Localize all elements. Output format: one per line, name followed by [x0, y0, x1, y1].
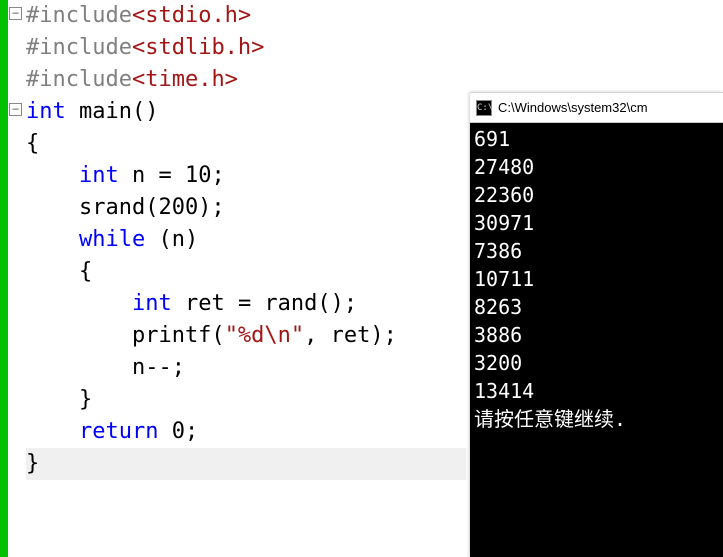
fold-toggle[interactable]: −: [9, 7, 22, 20]
code-line[interactable]: {: [26, 128, 466, 160]
code-line[interactable]: #include<time.h>: [26, 64, 466, 96]
code-area[interactable]: #include<stdio.h>#include<stdlib.h>#incl…: [26, 0, 466, 480]
code-line[interactable]: int main(): [26, 96, 466, 128]
code-line[interactable]: return 0;: [26, 416, 466, 448]
console-titlebar[interactable]: C:\ C:\Windows\system32\cm: [470, 93, 723, 123]
code-line[interactable]: while (n): [26, 224, 466, 256]
change-gutter: [0, 0, 8, 557]
code-line[interactable]: printf("%d\n", ret);: [26, 320, 466, 352]
console-window[interactable]: C:\ C:\Windows\system32\cm 691 27480 223…: [470, 92, 723, 557]
code-line[interactable]: int n = 10;: [26, 160, 466, 192]
code-line[interactable]: #include<stdio.h>: [26, 0, 466, 32]
code-line[interactable]: n--;: [26, 352, 466, 384]
code-line[interactable]: }: [26, 448, 466, 480]
console-output: 691 27480 22360 30971 7386 10711 8263 38…: [470, 123, 723, 435]
code-line[interactable]: }: [26, 384, 466, 416]
code-line[interactable]: srand(200);: [26, 192, 466, 224]
code-line[interactable]: {: [26, 256, 466, 288]
code-line[interactable]: int ret = rand();: [26, 288, 466, 320]
fold-toggle[interactable]: −: [9, 103, 22, 116]
code-line[interactable]: #include<stdlib.h>: [26, 32, 466, 64]
console-title: C:\Windows\system32\cm: [498, 100, 648, 115]
cmd-icon: C:\: [476, 100, 492, 116]
fold-column: −−: [8, 0, 26, 557]
